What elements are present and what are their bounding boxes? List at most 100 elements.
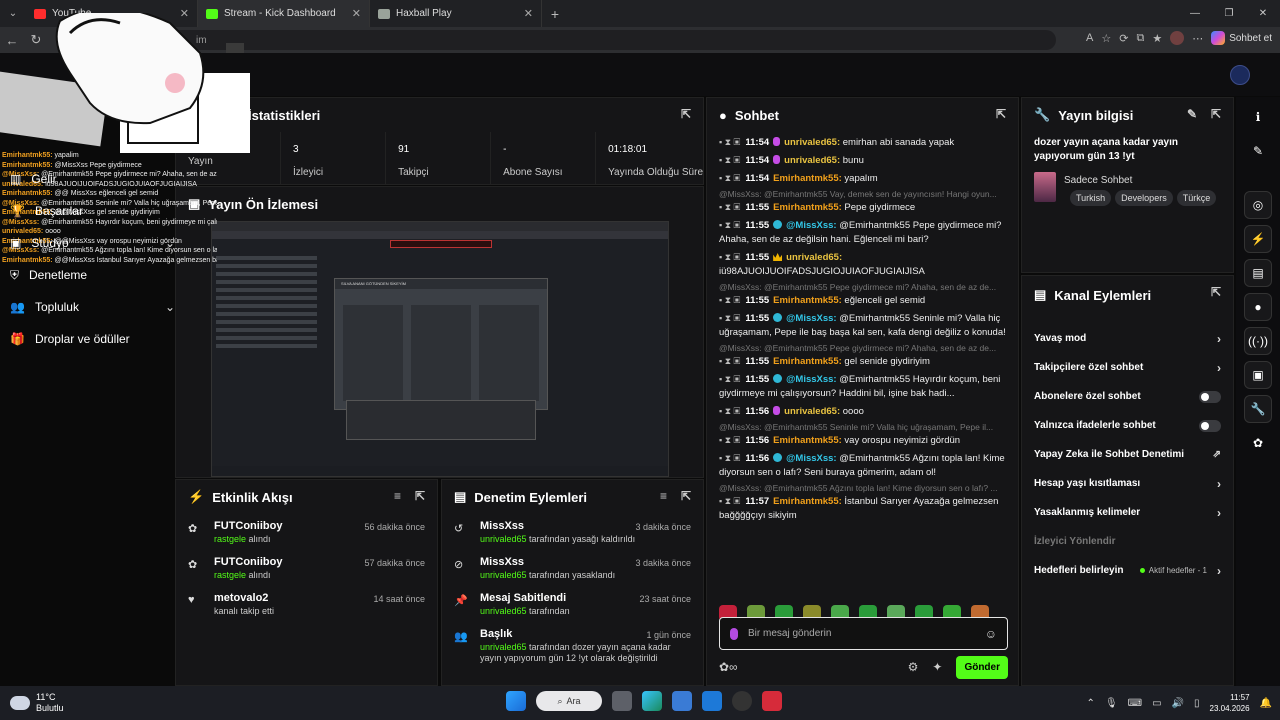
favorite-star-icon[interactable]: ☆ [1101,32,1111,45]
filter-icon[interactable]: ≡ [394,489,401,503]
account-age-item[interactable]: Hesap yaşı kısıtlaması › [1022,469,1233,498]
chat-tools-icon[interactable]: ✿∞ [719,660,738,674]
split-screen-icon[interactable]: ⧉ [1136,32,1144,45]
settings-gear-icon[interactable]: ⚙ [908,660,919,674]
profile-avatar[interactable] [1170,31,1185,45]
chevron-up-icon[interactable]: ⌃ [1087,698,1095,709]
emotes-only-toggle[interactable] [1199,419,1221,432]
read-aloud-icon[interactable]: A [1086,32,1093,44]
moderation-icons[interactable]: ▪ ⧗ ▣ [719,374,740,384]
moderation-icons[interactable]: ▪ ⧗ ▣ [719,356,740,366]
slow-mode-item[interactable]: Yavaş mod › [1022,324,1233,353]
weather-widget[interactable]: 11°C Bulutlu [10,692,64,714]
minimize-icon[interactable]: — [1178,8,1212,19]
stream-preview-video[interactable]: SILVA ANANI GÖTÜNDEN SİKEYİM [211,221,669,477]
message-username[interactable]: Emirhantmk55: [773,435,842,446]
message-username[interactable]: unrivaled65: [784,137,840,148]
reply-preview[interactable]: @MissXss: @Emirhantmk55 Pepe giydirmece … [719,282,1006,292]
message-username[interactable]: @MissXss: [786,374,836,385]
moderation-icons[interactable]: ▪ ⧗ ▣ [719,173,740,183]
chat-message[interactable]: ▪ ⧗ ▣ 11:54 Emirhantmk55: yapalım [719,171,1006,186]
broadcast-icon[interactable]: ((·)) [1244,327,1272,355]
moderation-icons[interactable]: ▪ ⧗ ▣ [719,435,740,445]
new-tab-button[interactable]: + [542,6,568,22]
notification-bell-icon[interactable]: 🔔 [1260,698,1272,709]
popout-icon[interactable]: ⇱ [996,107,1006,121]
message-username[interactable]: Emirhantmk55: [773,173,842,184]
bot-icon[interactable]: ✦ [932,660,942,674]
emoji-picker-icon[interactable]: ☺ [985,627,997,641]
favorites-icon[interactable]: ★ [1152,32,1162,45]
chat-message[interactable]: ▪ ⧗ ▣ 11:55 @MissXss: @Emirhantmk55 Seninl… [719,311,1006,340]
windows-start-icon[interactable] [506,691,526,711]
message-username[interactable]: Emirhantmk55: [773,356,842,367]
network-icon[interactable]: ▭ [1152,698,1161,709]
chat-message[interactable]: ▪ ⧗ ▣ 11:56 unrivaled65: oooo [719,404,1006,419]
nav-community[interactable]: 👥 Topluluk ⌄ [10,291,175,323]
extensions-icon[interactable]: ⟳ [1119,32,1128,45]
restore-icon[interactable]: ❐ [1212,8,1246,19]
message-username[interactable]: Emirhantmk55: [773,295,842,306]
battery-icon[interactable]: ▯ [1194,698,1200,709]
microphone-icon[interactable]: 🎙 [1105,698,1118,709]
keyboard-icon[interactable]: ⌨ [1128,698,1142,709]
add-widget-icon[interactable]: ✿ [1244,429,1272,457]
user-avatar[interactable] [1230,65,1250,85]
volume-icon[interactable]: 🔊 [1172,698,1184,709]
app-red-icon[interactable] [762,691,782,711]
chat-message-input[interactable] [748,628,975,639]
nav-revenue[interactable]: ▥ Gelir [10,163,175,195]
reply-preview[interactable]: @MissXss: @Emirhantmk55 Seninle mi? Vall… [719,422,1006,432]
send-button[interactable]: Gönder [956,655,1008,679]
moderation-icons[interactable]: ▪ ⧗ ▣ [719,220,740,230]
moderation-icons[interactable]: ▪ ⧗ ▣ [719,202,740,212]
close-icon[interactable]: ✕ [352,7,361,20]
moderation-icon[interactable]: ▣ [1244,361,1272,389]
popout-icon[interactable]: ⇱ [1211,285,1221,299]
moderation-icons[interactable]: ▪ ⧗ ▣ [719,137,740,147]
chat-message[interactable]: ▪ ⧗ ▣ 11:54 unrivaled65: bunu [719,153,1006,168]
close-window-icon[interactable]: ✕ [1246,8,1280,19]
mail-icon[interactable] [702,691,722,711]
filter-icon[interactable]: ≡ [660,489,667,503]
taskbar-search[interactable]: ⌕ Ara [536,691,602,711]
chat-message[interactable]: ▪ ⧗ ▣ 11:55 @MissXss: @Emirhantmk55 Hayırd… [719,372,1006,401]
popout-icon[interactable]: ⇱ [1211,107,1221,121]
followers-only-item[interactable]: Takipçilere özel sohbet › [1022,353,1233,382]
message-username[interactable]: Emirhantmk55: [773,202,842,213]
message-username[interactable]: unrivaled65: [784,406,840,417]
set-goals-item[interactable]: Hedefleri belirleyin Aktif hedefler - 1 › [1022,556,1233,585]
wrench-icon[interactable]: 🔧 [1244,395,1272,423]
store-icon[interactable] [672,691,692,711]
nav-studio[interactable]: ▣ Stüdyo ⌄ [10,227,175,259]
moderation-icons[interactable]: ▪ ⧗ ▣ [719,295,740,305]
chat-message[interactable]: ▪ ⧗ ▣ 11:55 unrivaled65: iü98AJUOIJUOIFADS… [719,250,1006,279]
moderation-icons[interactable]: ▪ ⧗ ▣ [719,496,740,506]
subscribers-only-toggle[interactable] [1199,390,1221,403]
message-username[interactable]: Emirhantmk55: [773,496,842,507]
nav-achievements[interactable]: 🏆 Başarılar [10,195,175,227]
nav-moderation[interactable]: ⛨ Denetleme [10,259,175,291]
ai-moderation-item[interactable]: Yapay Zeka ile Sohbet Denetimi ⇗ [1022,440,1233,469]
lightning-icon[interactable]: ⚡ [1244,225,1272,253]
popout-icon[interactable]: ⇱ [415,489,425,503]
copilot-button[interactable]: Sohbet et [1211,31,1272,45]
clock[interactable]: 11:57 23.04.2026 [1210,692,1250,714]
chat-message[interactable]: ▪ ⧗ ▣ 11:56 @MissXss: @Emirhantmk55 Ağzını… [719,451,1006,480]
chat-message[interactable]: ▪ ⧗ ▣ 11:54 unrivaled65: emirhan abi sanad… [719,135,1006,150]
moderation-icons[interactable]: ▪ ⧗ ▣ [719,313,740,323]
message-username[interactable]: @MissXss: [786,220,836,231]
chat-message[interactable]: ▪ ⧗ ▣ 11:56 Emirhantmk55: vay orospu neyim… [719,433,1006,448]
nav-drops[interactable]: 🎁 Droplar ve ödüller [10,323,175,355]
popout-icon[interactable]: ⇱ [681,107,691,121]
clipboard-icon[interactable]: ▤ [1244,259,1272,287]
banned-words-item[interactable]: Yasaklanmış kelimeler › [1022,498,1233,527]
chat-message[interactable]: ▪ ⧗ ▣ 11:55 Emirhantmk55: Pepe giydirmece [719,200,1006,215]
chat-message[interactable]: ▪ ⧗ ▣ 11:55 @MissXss: @Emirhantmk55 Pepe g… [719,218,1006,247]
info-icon[interactable]: ℹ [1244,103,1272,131]
close-icon[interactable]: ✕ [524,7,533,20]
message-username[interactable]: unrivaled65: [784,155,840,166]
chat-message[interactable]: ▪ ⧗ ▣ 11:55 Emirhantmk55: gel senide giydi… [719,354,1006,369]
chat-message[interactable]: ▪ ⧗ ▣ 11:55 Emirhantmk55: eğlenceli gel se… [719,293,1006,308]
chat-message-list[interactable]: ▪ ⧗ ▣ 11:54 unrivaled65: emirhan abi sanad… [707,132,1018,647]
